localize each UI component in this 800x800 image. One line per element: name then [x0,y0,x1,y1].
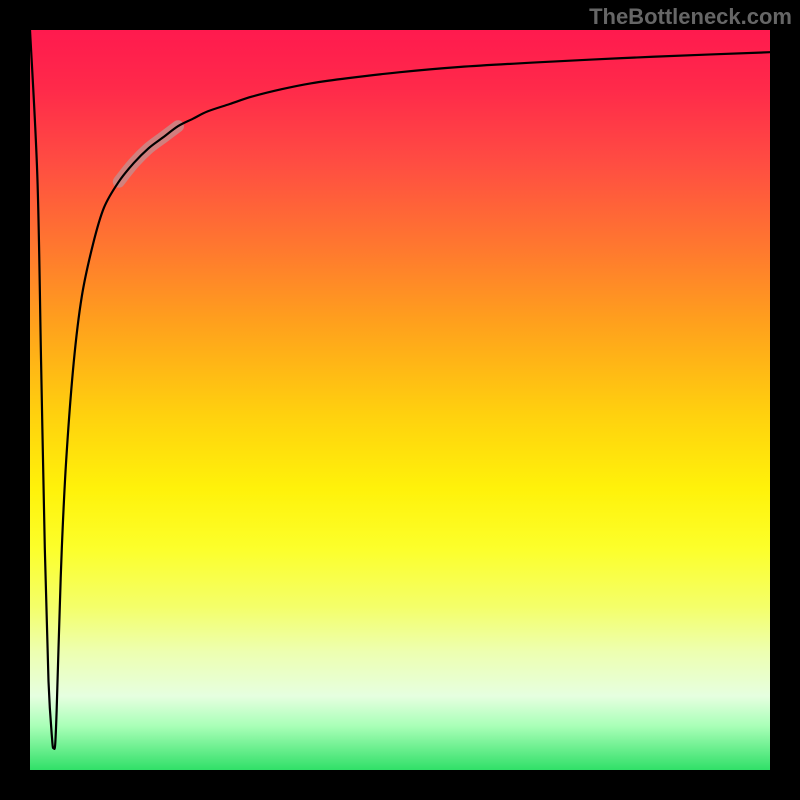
curve-line [30,30,770,749]
plot-area [30,30,770,770]
chart-frame: TheBottleneck.com [0,0,800,800]
attribution-text: TheBottleneck.com [589,4,792,30]
highlight-segment [119,126,178,182]
curve-svg [30,30,770,770]
